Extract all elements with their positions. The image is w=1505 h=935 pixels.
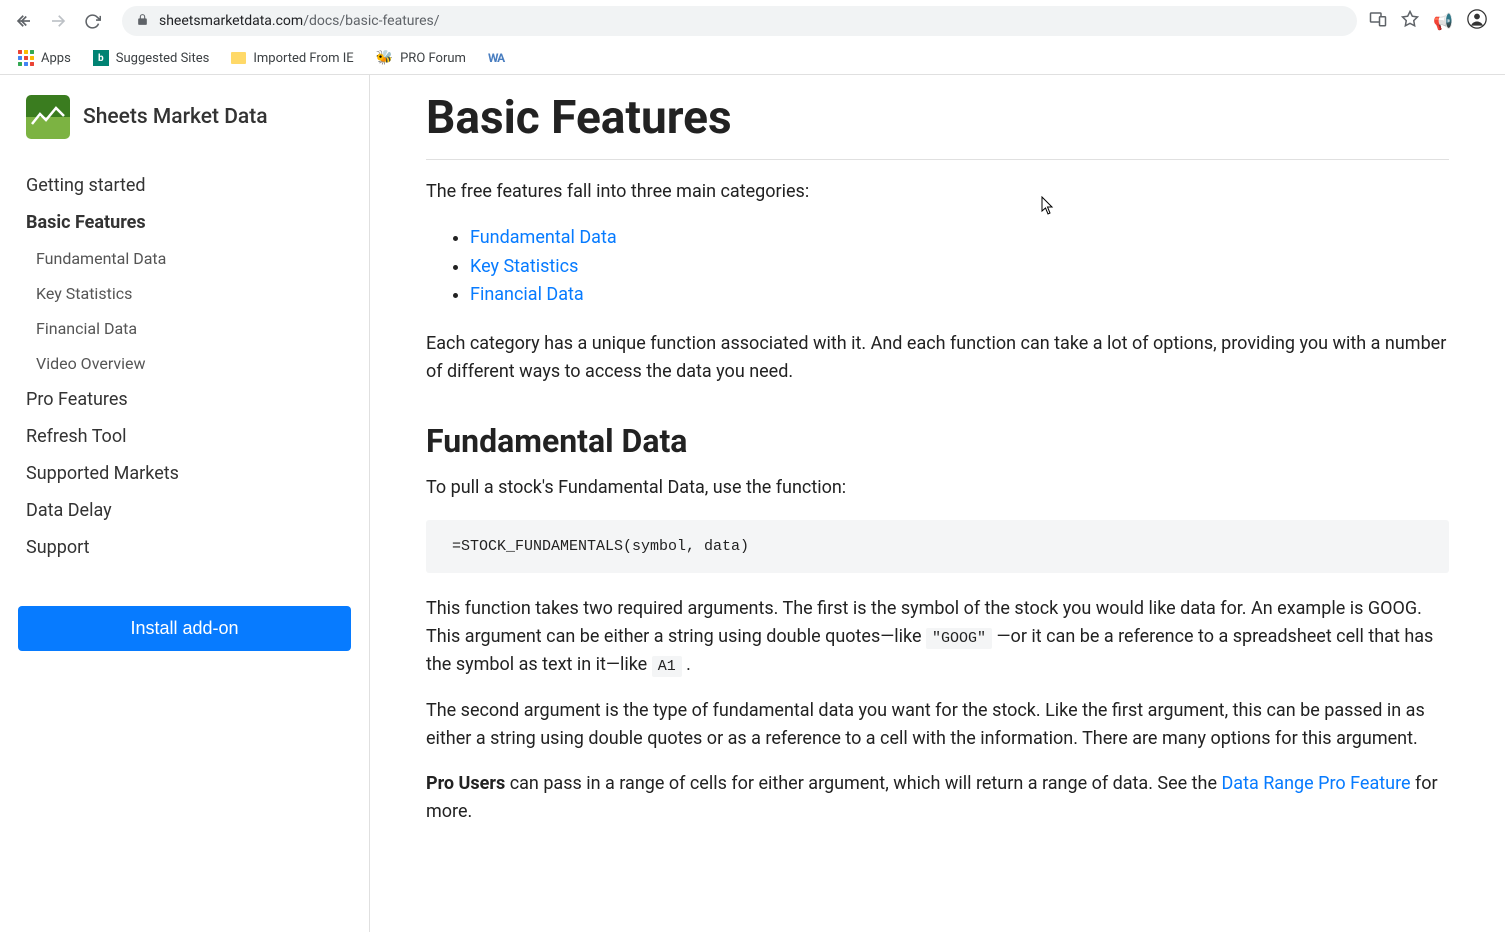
suggested-label: Suggested Sites	[116, 51, 210, 66]
page-layout: Sheets Market Data Getting started Basic…	[0, 75, 1505, 932]
apps-icon	[18, 50, 34, 66]
imported-bookmark[interactable]: Imported From IE	[231, 51, 353, 66]
pro-forum-label: PRO Forum	[400, 51, 466, 66]
lock-icon	[136, 13, 149, 30]
profile-avatar[interactable]	[1467, 9, 1487, 33]
megaphone-icon[interactable]: 📢	[1433, 12, 1453, 31]
forward-button[interactable]	[48, 11, 68, 31]
star-icon[interactable]	[1401, 10, 1419, 32]
para-second-arg: The second argument is the type of funda…	[426, 697, 1449, 753]
folder-icon	[231, 52, 246, 64]
nav-supported-markets[interactable]: Supported Markets	[26, 455, 351, 492]
browser-chrome: sheetsmarketdata.com/docs/basic-features…	[0, 0, 1505, 75]
apps-label: Apps	[41, 51, 71, 66]
link-financial[interactable]: Financial Data	[470, 284, 584, 305]
section1-intro: To pull a stock's Fundamental Data, use …	[426, 474, 1449, 502]
nav-getting-started[interactable]: Getting started	[26, 167, 351, 204]
logo-icon	[26, 95, 70, 139]
pro-forum-bookmark[interactable]: 🐝 PRO Forum	[376, 50, 466, 66]
para-description: Each category has a unique function asso…	[426, 330, 1449, 386]
nav-pro-features[interactable]: Pro Features	[26, 381, 351, 418]
bing-icon: b	[93, 50, 109, 66]
suggested-bookmark[interactable]: b Suggested Sites	[93, 50, 210, 66]
bookmarks-bar: Apps b Suggested Sites Imported From IE …	[0, 42, 1505, 74]
bee-icon: 🐝	[376, 50, 393, 66]
nav-buttons	[14, 11, 102, 31]
nav-list: Getting started Basic Features Fundament…	[26, 167, 351, 566]
site-title: Sheets Market Data	[83, 105, 268, 129]
logo-section[interactable]: Sheets Market Data	[26, 95, 351, 139]
subnav-financial[interactable]: Financial Data	[36, 311, 351, 346]
code-block-fundamentals: =STOCK_FUNDAMENTALS(symbol, data)	[426, 520, 1449, 573]
nav-data-delay[interactable]: Data Delay	[26, 492, 351, 529]
wa-icon: WA	[488, 51, 504, 65]
para-arguments: This function takes two required argumen…	[426, 595, 1449, 679]
imported-label: Imported From IE	[253, 51, 353, 66]
link-fundamental[interactable]: Fundamental Data	[470, 227, 617, 248]
category-links: Fundamental Data Key Statistics Financia…	[470, 224, 1449, 310]
browser-toolbar: sheetsmarketdata.com/docs/basic-features…	[0, 0, 1505, 42]
page-title: Basic Features	[426, 91, 1449, 160]
back-button[interactable]	[14, 11, 34, 31]
main-content: Basic Features The free features fall in…	[370, 75, 1505, 932]
nav-refresh-tool[interactable]: Refresh Tool	[26, 418, 351, 455]
intro-text: The free features fall into three main c…	[426, 178, 1449, 206]
url-text: sheetsmarketdata.com/docs/basic-features…	[159, 13, 440, 29]
wa-bookmark[interactable]: WA	[488, 51, 504, 65]
devices-icon[interactable]	[1369, 10, 1387, 32]
subnav-fundamental[interactable]: Fundamental Data	[36, 241, 351, 276]
subnav-video[interactable]: Video Overview	[36, 346, 351, 381]
sidebar: Sheets Market Data Getting started Basic…	[0, 75, 370, 932]
section-fundamental-title: Fundamental Data	[426, 422, 1449, 460]
link-data-range[interactable]: Data Range Pro Feature	[1221, 773, 1410, 794]
reload-button[interactable]	[82, 11, 102, 31]
install-button[interactable]: Install add-on	[18, 606, 351, 651]
toolbar-right: 📢	[1369, 9, 1491, 33]
nav-basic-features[interactable]: Basic Features	[26, 204, 351, 241]
apps-bookmark[interactable]: Apps	[18, 50, 71, 66]
code-goog: "GOOG"	[926, 628, 992, 649]
code-a1: A1	[652, 656, 682, 677]
link-keystats[interactable]: Key Statistics	[470, 256, 578, 277]
para-pro-users: Pro Users can pass in a range of cells f…	[426, 770, 1449, 826]
url-bar[interactable]: sheetsmarketdata.com/docs/basic-features…	[122, 6, 1357, 36]
sub-nav: Fundamental Data Key Statistics Financia…	[36, 241, 351, 381]
subnav-keystats[interactable]: Key Statistics	[36, 276, 351, 311]
nav-support[interactable]: Support	[26, 529, 351, 566]
